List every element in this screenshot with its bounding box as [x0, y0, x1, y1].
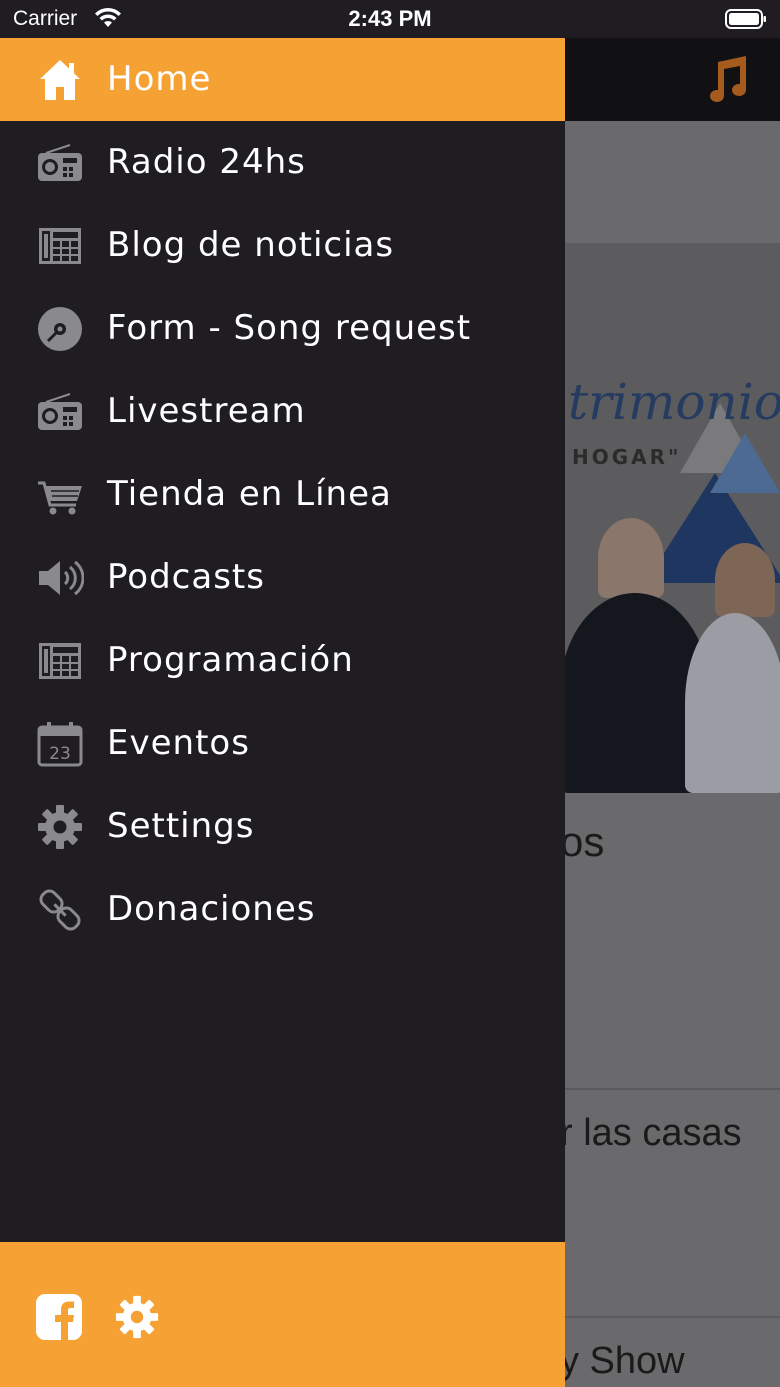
gear-icon[interactable]	[114, 1294, 160, 1340]
person-photo	[685, 613, 780, 793]
menu-item-donaciones[interactable]: Donaciones	[0, 868, 565, 951]
radio-icon	[38, 393, 82, 430]
battery-icon	[725, 9, 766, 29]
content-text-fragment: os	[560, 818, 605, 865]
menu-item-label: Donaciones	[107, 889, 316, 929]
menu-item-label: Podcasts	[107, 557, 265, 597]
menu-item-label: Livestream	[107, 391, 306, 431]
menu-item-label: Eventos	[107, 723, 250, 763]
menu-item-label: Blog de noticias	[107, 225, 395, 265]
menu-item-podcasts[interactable]: Podcasts	[0, 536, 565, 619]
divider	[565, 1088, 780, 1090]
facebook-icon[interactable]	[36, 1294, 82, 1340]
person-photo	[598, 518, 664, 598]
gear-icon	[38, 805, 82, 849]
featured-banner[interactable]: trimonios HOGAR"	[560, 243, 780, 793]
menu-item-settings[interactable]: Settings	[0, 785, 565, 868]
content-text-fragment: r las casas	[560, 1112, 742, 1154]
clock: 2:43 PM	[348, 6, 432, 31]
divider	[565, 1316, 780, 1318]
menu-item-eventos[interactable]: 23 Eventos	[0, 702, 565, 785]
status-bar: Carrier 2:43 PM	[0, 0, 780, 38]
person-photo	[715, 543, 775, 617]
news-icon	[39, 643, 81, 679]
menu-item-livestream[interactable]: Livestream	[0, 370, 565, 453]
menu-item-label: Tienda en Línea	[107, 474, 392, 514]
menu-item-label: Form - Song request	[107, 308, 472, 348]
news-icon	[39, 228, 81, 264]
banner-subtitle: HOGAR"	[572, 445, 682, 469]
music-note-icon[interactable]	[704, 54, 750, 104]
speaker-icon	[39, 560, 84, 596]
menu-item-home[interactable]: Home	[0, 38, 565, 121]
menu-item-label: Settings	[107, 806, 255, 846]
banner-title: trimonios	[568, 373, 780, 431]
radio-icon	[38, 144, 82, 181]
menu-item-label: Home	[107, 59, 212, 99]
drawer-footer	[0, 1242, 565, 1387]
menu-item-radio-24hs[interactable]: Radio 24hs	[0, 121, 565, 204]
content-text-fragment: y Show	[560, 1340, 685, 1382]
link-icon	[39, 889, 81, 931]
menu-item-label: Programación	[107, 640, 354, 680]
cart-icon	[38, 481, 82, 515]
disc-icon	[38, 307, 82, 351]
navigation-drawer: Home Radio 24hs Blog de noticias Form - …	[0, 38, 565, 1387]
menu-item-blog-de-noticias[interactable]: Blog de noticias	[0, 204, 565, 287]
menu-item-tienda-en-linea[interactable]: Tienda en Línea	[0, 453, 565, 536]
calendar-icon: 23	[37, 722, 83, 767]
menu-item-programacion[interactable]: Programación	[0, 619, 565, 702]
calendar-day: 23	[49, 744, 71, 764]
menu-item-label: Radio 24hs	[107, 142, 306, 182]
home-icon	[40, 60, 80, 100]
menu-item-song-request[interactable]: Form - Song request	[0, 287, 565, 370]
